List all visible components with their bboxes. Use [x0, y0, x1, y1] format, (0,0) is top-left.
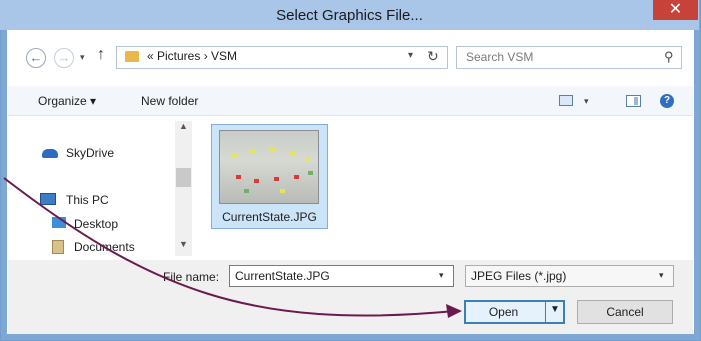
- split-divider: [545, 302, 546, 322]
- open-button-label[interactable]: Open: [466, 305, 541, 319]
- open-options-dropdown-icon[interactable]: ▼: [550, 304, 560, 315]
- documents-folder-icon: [52, 240, 64, 254]
- scrollbar-thumb[interactable]: [176, 168, 191, 187]
- new-folder-button[interactable]: New folder: [141, 94, 198, 108]
- file-name-value[interactable]: CurrentState.JPG: [235, 269, 330, 283]
- desktop-folder-icon: [52, 217, 66, 228]
- scroll-up-arrow-icon[interactable]: ▲: [179, 121, 188, 131]
- change-view-icon[interactable]: [559, 95, 573, 106]
- file-name-label[interactable]: CurrentState.JPG: [211, 210, 328, 224]
- address-dropdown-icon[interactable]: ▾: [408, 50, 413, 61]
- window-title: Select Graphics File...: [276, 7, 423, 24]
- search-icon[interactable]: ⚲: [664, 49, 674, 65]
- navigation-pane: [8, 117, 194, 260]
- cancel-button-label[interactable]: Cancel: [577, 305, 673, 319]
- file-type-value[interactable]: JPEG Files (*.jpg): [471, 269, 566, 283]
- scroll-down-arrow-icon[interactable]: ▼: [179, 239, 188, 249]
- cloud-icon: [42, 149, 58, 158]
- nav-item-skydrive[interactable]: SkyDrive: [66, 146, 114, 160]
- up-button[interactable]: ↑: [97, 46, 105, 64]
- forward-button[interactable]: →: [54, 48, 74, 68]
- image-thumbnail: [219, 130, 319, 204]
- computer-icon: [40, 193, 56, 205]
- navigation-scrollbar[interactable]: [175, 121, 192, 256]
- organize-menu[interactable]: Organize ▾: [38, 94, 96, 108]
- help-icon[interactable]: ?: [660, 94, 674, 108]
- preview-pane-icon[interactable]: [626, 95, 641, 107]
- search-placeholder: Search VSM: [466, 50, 534, 64]
- recent-locations-dropdown[interactable]: ▾: [80, 52, 85, 63]
- file-type-dropdown-icon[interactable]: ▾: [659, 270, 664, 281]
- back-button[interactable]: ←: [26, 48, 46, 68]
- nav-item-documents[interactable]: Documents: [74, 240, 135, 254]
- view-options-dropdown[interactable]: ▾: [584, 96, 589, 107]
- file-name-dropdown-icon[interactable]: ▾: [439, 270, 444, 281]
- refresh-icon[interactable]: ↻: [427, 48, 439, 65]
- nav-item-desktop[interactable]: Desktop: [74, 217, 118, 231]
- breadcrumb[interactable]: « Pictures › VSM: [147, 49, 237, 63]
- close-button[interactable]: ✕: [653, 0, 698, 20]
- folder-icon: [125, 51, 139, 62]
- command-toolbar: [8, 86, 693, 116]
- nav-item-this-pc[interactable]: This PC: [66, 193, 109, 207]
- file-name-field-label: File name:: [163, 270, 220, 284]
